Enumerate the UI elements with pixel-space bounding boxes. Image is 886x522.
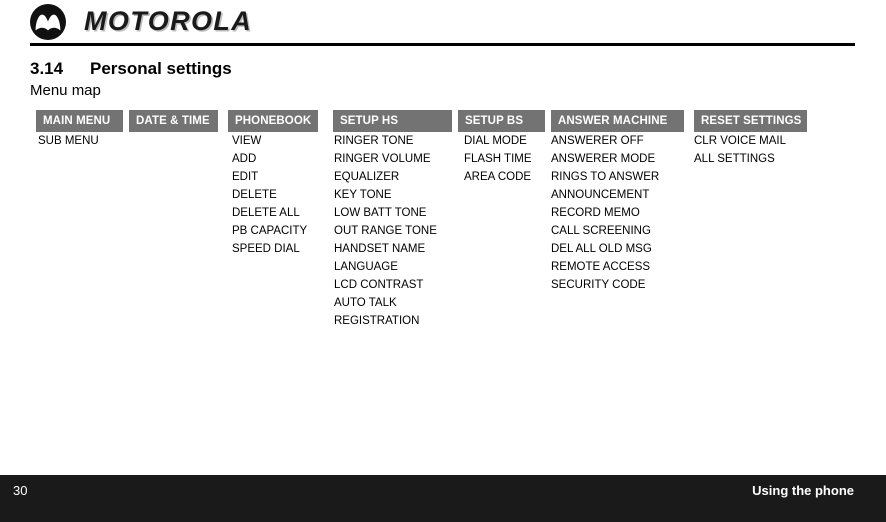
menu-map-item: CALL SCREENING [551,225,651,237]
menu-map-item: ALL SETTINGS [694,153,775,165]
menu-map-item: ADD [232,153,257,165]
menu-map-item: CLR VOICE MAIL [694,135,787,147]
menu-map-item: DEL ALL OLD MSG [551,243,652,255]
menu-map-item: EDIT [232,171,259,183]
section-number: 3.14 [30,59,64,78]
menu-map-item: RINGER VOLUME [334,153,431,165]
menu-map-item: PB CAPACITY [232,225,308,237]
menu-map-item: LANGUAGE [334,261,398,273]
menu-map-item: DELETE [232,189,277,201]
menu-map-item: LCD CONTRAST [334,279,424,291]
menu-map-item: EQUALIZER [334,171,400,183]
menu-map-item: AREA CODE [464,171,532,183]
menu-map-item: RECORD MEMO [551,207,640,219]
menu-map-item: ANSWERER OFF [551,135,644,147]
subsection-title: Menu map [30,82,101,99]
menu-map-item: SPEED DIAL [232,243,300,255]
column-items-reset-settings: CLR VOICE MAIL ALL SETTINGS [694,132,786,168]
column-items-phonebook: VIEW ADD EDIT DELETE DELETE ALL PB CAPACITY SP… [232,132,307,258]
menu-map-item: ANNOUNCEMENT [551,189,650,201]
menu-map-header-row: MAIN MENU DATE & TIME PHONEBOOK SETUP HS… [30,110,856,132]
menu-map-body-row: SUB MENU VIEW ADD EDIT DELETE DELETE ALL PB C… [30,132,856,432]
column-items-setup-bs: DIAL MODE FLASH TIME AREA CODE [464,132,532,186]
menu-map-item: FLASH TIME [464,153,532,165]
column-header-reset-settings: RESET SETTINGS [694,110,807,132]
column-items-answer-machine: ANSWERER OFF ANSWERER MODE RINGS TO ANSWER… [551,132,659,294]
menu-map-item: HANDSET NAME [334,243,426,255]
page-footer: 30 Using the phone [0,475,886,522]
menu-map-item: RINGS TO ANSWER [551,171,660,183]
menu-map-item: LOW BATT TONE [334,207,427,219]
menu-map-item: ANSWERER MODE [551,153,656,165]
menu-map-item: DIAL MODE [464,135,527,147]
column-header-setup-bs: SETUP BS [458,110,545,132]
motorola-m-logo-icon [30,4,66,40]
page-title: 3.14 Personal settings [30,58,232,80]
menu-map-item: SECURITY CODE [551,279,646,291]
menu-map-item: VIEW [232,135,262,147]
column-items-setup-hs: RINGER TONE RINGER VOLUME EQUALIZER KEY TON… [334,132,437,330]
section-title: Personal settings [90,59,232,78]
menu-map-item: SUB MENU [38,135,99,147]
motorola-wordmark: MOTOROLA [84,6,253,36]
column-header-phonebook: PHONEBOOK [228,110,318,132]
header-divider-rule [30,43,855,46]
column-header-setup-hs: SETUP HS [333,110,452,132]
menu-map-item: OUT RANGE TONE [334,225,437,237]
menu-map-item: AUTO TALK [334,297,397,309]
menu-map-item: REGISTRATION [334,315,420,327]
footer-section-label: Using the phone [752,483,854,498]
footer-page-number: 30 [13,483,28,498]
column-header-date-time: DATE & TIME [129,110,218,132]
column-items-main-menu: SUB MENU [38,132,99,150]
menu-map-item: DELETE ALL [232,207,300,219]
menu-map-table: MAIN MENU DATE & TIME PHONEBOOK SETUP HS… [30,110,856,432]
menu-map-item: KEY TONE [334,189,392,201]
column-header-main-menu: MAIN MENU [36,110,123,132]
menu-map-item: REMOTE ACCESS [551,261,651,273]
brand-header: MOTOROLA [0,0,886,48]
menu-map-item: RINGER TONE [334,135,414,147]
column-header-answer-machine: ANSWER MACHINE [551,110,684,132]
